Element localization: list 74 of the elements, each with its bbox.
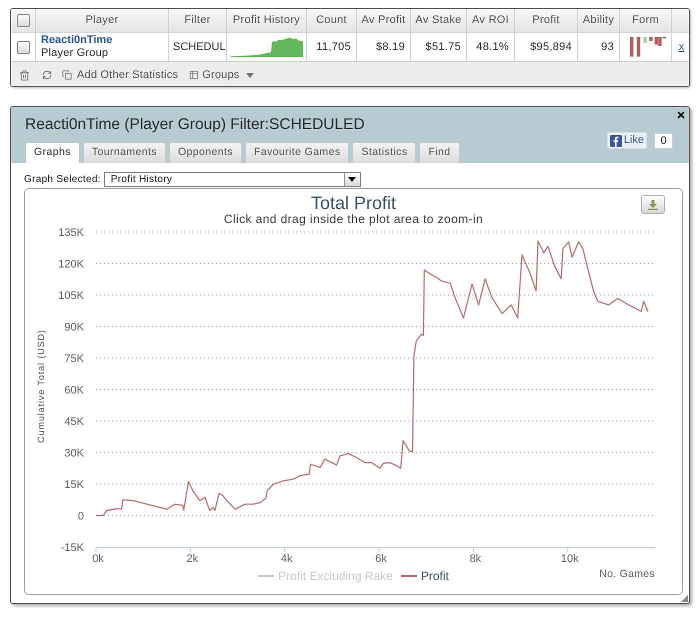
tab[interactable]: Favourite Games: [244, 142, 350, 163]
like-count: 0: [654, 133, 673, 149]
column-header[interactable]: Form: [632, 12, 659, 29]
like-button[interactable]: Like: [606, 132, 647, 149]
y-axis-title: Cumulative Total (USD): [36, 329, 46, 443]
legend-line-icon: [400, 575, 417, 577]
tab[interactable]: Find: [419, 142, 460, 163]
download-icon: [648, 200, 658, 210]
y-tick-label: 30K: [64, 448, 84, 460]
y-tick-label: -15K: [60, 542, 84, 554]
checkbox[interactable]: [16, 14, 30, 27]
x-tick-label: 10k: [560, 553, 579, 565]
x-tick-label: 0k: [92, 553, 104, 565]
column-header[interactable]: Av Stake: [415, 12, 462, 29]
column-header[interactable]: Profit History: [232, 12, 300, 29]
table-cell-text: $95,894: [530, 40, 572, 55]
logo-icon: [610, 134, 622, 146]
panel-title: Reacti0nTime (Player Group) Filter:SCHEDULED: [25, 115, 366, 135]
form-bar: [643, 37, 647, 43]
table-cell-text: 48.1%: [476, 40, 509, 55]
x-tick-label: 8k: [470, 553, 482, 565]
tab[interactable]: Opponents: [168, 142, 242, 163]
table-cell-text: 93: [601, 40, 614, 55]
graph-selected-label: Graph Selected:: [24, 173, 101, 187]
column-header[interactable]: Filter: [184, 12, 211, 29]
copy-icon: [62, 70, 72, 80]
download-button[interactable]: [641, 195, 665, 214]
y-tick-label: 75K: [64, 353, 84, 365]
y-tick-label: 15K: [64, 479, 84, 491]
remove-link[interactable]: x: [678, 41, 684, 53]
table-cell-text: 11,705: [316, 40, 351, 55]
form-bar: [630, 37, 634, 57]
caret-icon: [246, 72, 254, 78]
column-header[interactable]: Player: [86, 12, 118, 29]
table-icon: [189, 70, 200, 80]
column-header[interactable]: Ability: [582, 12, 614, 29]
chart-subtitle: Click and drag inside the plot area to zoom-in: [224, 213, 484, 226]
profit-sparkline: [230, 36, 302, 57]
x-tick-label: 4k: [280, 553, 292, 565]
tab[interactable]: Tournaments: [82, 142, 166, 163]
tab[interactable]: Graphs: [25, 142, 80, 163]
y-tick-label: 60K: [64, 384, 84, 396]
x-tick-label: 6k: [375, 553, 387, 565]
column-header[interactable]: Av ROI: [472, 12, 510, 29]
y-tick-label: 135K: [58, 227, 84, 239]
add-statistics-button[interactable]: Add Other Statistics: [62, 66, 178, 84]
checkbox[interactable]: [16, 40, 30, 54]
legend-item[interactable]: Profit: [400, 567, 449, 585]
close-icon[interactable]: [676, 110, 686, 120]
y-tick-label: 120K: [58, 258, 84, 270]
table-cell-text: $51.75: [426, 40, 461, 55]
column-header[interactable]: Av Profit: [361, 12, 406, 29]
table-cell-text: SCHEDUL: [173, 40, 226, 55]
graph-select[interactable]: Profit History: [104, 172, 361, 187]
x-axis-title: No. Games: [599, 566, 655, 582]
y-tick-label: 90K: [64, 322, 84, 334]
x-tick-label: 2k: [186, 553, 198, 565]
tab[interactable]: Statistics: [352, 142, 416, 163]
form-bar: [636, 37, 640, 57]
groups-button[interactable]: Groups: [189, 66, 254, 84]
resize-grip-icon: [681, 595, 688, 602]
legend-line-icon: [258, 575, 274, 577]
form-bar: [649, 37, 653, 41]
table-cell-text: $8.19: [376, 40, 405, 55]
column-header[interactable]: Profit: [532, 12, 560, 29]
chart-title: Total Profit: [310, 193, 396, 213]
refresh-icon[interactable]: [42, 70, 52, 80]
y-tick-label: 0: [78, 510, 84, 522]
player-link[interactable]: Reacti0nTime: [41, 34, 168, 47]
y-tick-label: 45K: [64, 416, 84, 428]
column-header[interactable]: Count: [316, 12, 347, 29]
trash-icon[interactable]: [19, 70, 30, 80]
y-tick-label: 105K: [58, 290, 84, 302]
player-type: Player Group: [41, 47, 110, 60]
